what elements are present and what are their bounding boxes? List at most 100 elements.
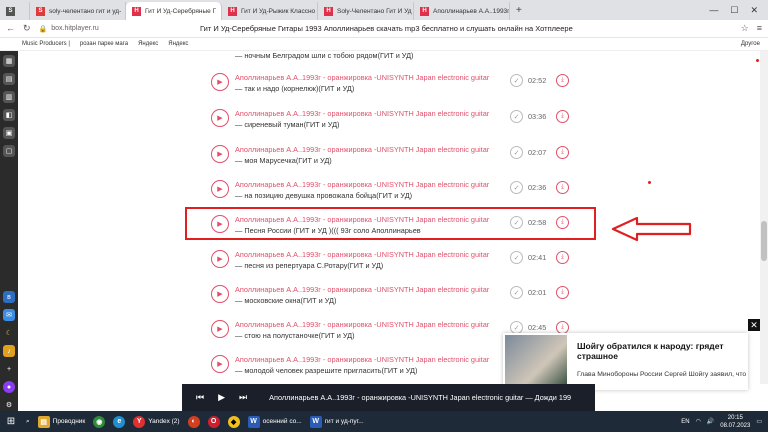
download-icon[interactable]: ⤓: [556, 146, 569, 159]
network-icon[interactable]: ◠: [696, 418, 701, 425]
taskbar-item-label: гит и уд-пуг...: [324, 418, 364, 425]
player-bar: ⏮ ▶ ⏭ Аполлинарьев А.А..1993г - оранжиро…: [182, 384, 595, 411]
add-track-icon[interactable]: ✓: [510, 146, 523, 159]
bookmark-item[interactable]: Яндекс: [138, 41, 158, 47]
browser-tab[interactable]: Ssoly-челентано гит и уд-✕: [30, 2, 126, 20]
tab-label: Гит И Уд-Серебряные Г: [145, 7, 217, 15]
news-close-button[interactable]: ✕: [748, 319, 760, 331]
track-artist[interactable]: Аполлинарьев А.А..1993г - оранжировка -U…: [235, 355, 489, 364]
download-icon[interactable]: ⤓: [556, 181, 569, 194]
taskbar-item[interactable]: ▤ Проводник: [34, 411, 90, 432]
taskbar-item-icon: W: [309, 415, 322, 428]
messenger-icon[interactable]: ✉: [3, 309, 15, 321]
play-track-button[interactable]: ▶: [211, 73, 229, 91]
close-window-icon[interactable]: ✕: [750, 5, 758, 16]
track-artist[interactable]: Аполлинарьев А.А..1993г - оранжировка -U…: [235, 145, 489, 154]
moon-icon[interactable]: ☾: [3, 327, 15, 339]
track-artist[interactable]: Аполлинарьев А.А..1993г - оранжировка -U…: [235, 285, 489, 294]
track-artist[interactable]: Аполлинарьев А.А..1993г - оранжировка -U…: [235, 250, 489, 259]
settings-icon[interactable]: ⚙: [3, 399, 15, 411]
play-track-button[interactable]: ▶: [211, 109, 229, 127]
browser-tab[interactable]: HАполлинарьев А.А..1993г✕: [414, 2, 510, 20]
alice-icon[interactable]: ●: [3, 381, 15, 393]
edge-icon[interactable]: e: [109, 411, 129, 432]
browser-tab[interactable]: HSoly-Челентано Гит И Уд✕: [318, 2, 414, 20]
bookmark-item[interactable]: Яндекс: [168, 41, 188, 47]
app-icon[interactable]: ◧: [3, 109, 15, 121]
play-track-button[interactable]: ▶: [211, 250, 229, 268]
app-icon[interactable]: ▤: [3, 73, 15, 85]
highlight-box: [185, 207, 596, 240]
new-tab-button[interactable]: +: [516, 5, 522, 16]
browser-tab[interactable]: HГит И Уд-Рыжик Классно✕: [222, 2, 318, 20]
add-track-icon[interactable]: ✓: [510, 110, 523, 123]
track-artist[interactable]: Аполлинарьев А.А..1993г - оранжировка -U…: [235, 73, 489, 82]
scrollbar-thumb[interactable]: [761, 221, 767, 261]
taskbar-item[interactable]: Wгит и уд-пуг...: [306, 411, 368, 432]
play-track-button[interactable]: ▶: [211, 355, 229, 373]
tab-label: Аполлинарьев А.А..1993г: [433, 7, 510, 15]
news-title[interactable]: Шойгу обратился к народу: грядет страшно…: [577, 341, 743, 361]
add-track-icon[interactable]: ✓: [510, 181, 523, 194]
track-artist[interactable]: Аполлинарьев А.А..1993г - оранжировка -U…: [235, 109, 489, 118]
minimize-icon[interactable]: —: [709, 5, 718, 16]
add-track-icon[interactable]: ✓: [510, 286, 523, 299]
opera-icon-glyph: O: [207, 415, 220, 428]
url-field[interactable]: 🔒 box.hitplayer.ru: [39, 25, 99, 33]
track-artist[interactable]: Аполлинарьев А.А..1993г - оранжировка -U…: [235, 320, 489, 329]
page-title: Гит И Уд-Серебряные Гитары 1993 Аполлина…: [200, 24, 573, 33]
track-title: — московские окна(ГИТ и УД): [235, 296, 337, 305]
opera-icon[interactable]: O: [204, 411, 224, 432]
search-icon[interactable]: ⌕: [22, 411, 34, 432]
menu-icon[interactable]: ≡: [757, 23, 762, 34]
notifications-icon[interactable]: ▭: [756, 418, 762, 425]
back-icon[interactable]: ←: [6, 23, 15, 34]
media-icon-glyph: ◐: [187, 415, 200, 428]
play-track-button[interactable]: ▶: [211, 285, 229, 303]
app-icon[interactable]: ▣: [3, 127, 15, 139]
music-icon[interactable]: ♪: [3, 345, 15, 357]
other-bookmarks[interactable]: Другое: [741, 41, 768, 47]
yandex-browser-icon[interactable]: ◆: [224, 411, 244, 432]
taskbar-item[interactable]: Y Yandex (2): [129, 411, 183, 432]
play-track-button[interactable]: ▶: [211, 320, 229, 338]
news-popup[interactable]: Шойгу обратился к народу: грядет страшно…: [503, 333, 748, 390]
volume-icon[interactable]: 🔊: [707, 418, 714, 425]
play-track-button[interactable]: ▶: [211, 180, 229, 198]
tab-label: soly-челентано гит и уд-: [49, 7, 122, 15]
bookmark-icon[interactable]: ☆: [741, 23, 749, 34]
play-icon[interactable]: ▶: [218, 392, 225, 403]
download-icon[interactable]: ⤓: [556, 110, 569, 123]
chrome-icon[interactable]: ◉: [89, 411, 109, 432]
windows-start-icon[interactable]: ⊞: [0, 411, 22, 432]
maximize-icon[interactable]: ☐: [730, 5, 738, 16]
download-icon[interactable]: ⤓: [556, 251, 569, 264]
refresh-icon[interactable]: ↻: [23, 23, 31, 34]
app-icon[interactable]: ▢: [3, 145, 15, 157]
bookmark-item[interactable]: Music Producers |: [22, 41, 70, 47]
browser-tab[interactable]: S: [0, 2, 30, 20]
keyboard-language[interactable]: EN: [681, 419, 689, 425]
taskbar-item[interactable]: Wосенний со...: [244, 411, 306, 432]
add-icon[interactable]: +: [3, 363, 15, 375]
app-icon[interactable]: ▥: [3, 91, 15, 103]
window-controls: — ☐ ✕: [709, 5, 768, 16]
play-track-button[interactable]: ▶: [211, 145, 229, 163]
chrome-icon-glyph: ◉: [93, 415, 106, 428]
download-icon[interactable]: ⤓: [556, 286, 569, 299]
vk-icon[interactable]: в: [3, 291, 15, 303]
scrollbar[interactable]: [760, 51, 768, 384]
download-icon[interactable]: ⤓: [556, 74, 569, 87]
media-icon[interactable]: ◐: [184, 411, 204, 432]
app-icon[interactable]: ▦: [3, 55, 15, 67]
browser-tab[interactable]: HГит И Уд-Серебряные Г✕: [126, 2, 222, 20]
add-track-icon[interactable]: ✓: [510, 74, 523, 87]
news-photo: [505, 335, 567, 388]
next-icon[interactable]: ⏭: [239, 392, 247, 403]
decorative-dot: [756, 59, 759, 62]
bookmark-item[interactable]: розан парке мага: [80, 41, 128, 47]
previous-icon[interactable]: ⏮: [196, 392, 204, 403]
clock[interactable]: 20:15 08.07.2023: [720, 414, 750, 430]
track-artist[interactable]: Аполлинарьев А.А..1993г - оранжировка -U…: [235, 180, 489, 189]
add-track-icon[interactable]: ✓: [510, 251, 523, 264]
